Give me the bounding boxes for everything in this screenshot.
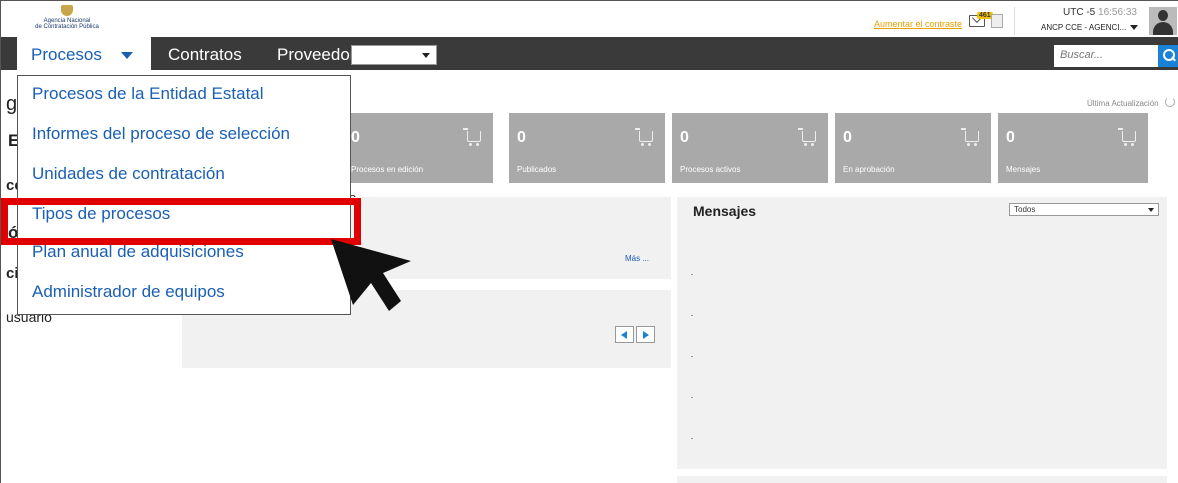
stat-tile[interactable]: 0 En aprobación (835, 113, 991, 183)
stat-label: Procesos en edición (351, 165, 424, 174)
top-header: Agencia Nacional de Contratación Pública… (1, 1, 1178, 37)
next-arrow-icon[interactable] (636, 326, 655, 343)
list-item (691, 397, 693, 398)
search-icon[interactable] (1158, 45, 1178, 67)
org-name: ANCP CCE - AGENCI... (1041, 23, 1127, 32)
list-item (691, 315, 693, 316)
refresh-icon[interactable] (1165, 97, 1175, 107)
menu-item-procesos-entidad[interactable]: Procesos de la Entidad Estatal (32, 84, 264, 104)
cart-icon (635, 128, 653, 146)
list-item (691, 438, 693, 439)
increase-contrast-link[interactable]: Aumentar el contraste (874, 19, 962, 29)
nav-select[interactable] (351, 45, 437, 65)
stat-label: Procesos activos (680, 165, 741, 174)
carousel-pager (615, 326, 657, 343)
list-item (691, 356, 693, 357)
coat-of-arms-icon (61, 5, 73, 16)
stat-value: 0 (680, 129, 689, 146)
menu-item-plan-anual[interactable]: Plan anual de adquisiciones (32, 242, 244, 262)
stat-tile[interactable]: 0 Procesos en edición (343, 113, 493, 183)
nav-item-procesos-label: Procesos (31, 45, 102, 64)
lower-panel (677, 476, 1167, 483)
stat-label: Mensajes (1006, 165, 1041, 174)
nav-item-procesos[interactable]: Procesos (17, 37, 151, 75)
last-update-label: Última Actualización (1087, 99, 1159, 108)
stat-value: 0 (517, 129, 526, 146)
nav-item-proveedor[interactable]: Proveedor (277, 45, 355, 65)
cart-icon (798, 128, 816, 146)
clock: UTC -5 16:56:33 (1063, 7, 1137, 18)
cart-icon (961, 128, 979, 146)
stat-tile[interactable]: 0 Publicados (509, 113, 665, 183)
stat-value: 0 (1006, 129, 1015, 146)
more-link[interactable]: Más ... (625, 254, 649, 263)
menu-item-informes-proceso[interactable]: Informes del proceso de selección (32, 124, 290, 144)
avatar[interactable] (1149, 7, 1177, 35)
header-divider (1014, 7, 1015, 35)
list-item (691, 274, 693, 275)
search-input[interactable]: Buscar... (1054, 45, 1158, 67)
partial-heading: g (6, 93, 18, 115)
stat-value: 0 (843, 129, 852, 146)
logo-line2: de Contratación Pública (35, 24, 99, 30)
stat-label: En aprobación (843, 165, 895, 174)
clock-timezone: UTC -5 (1063, 7, 1096, 18)
chevron-down-icon (121, 52, 133, 59)
stat-tile[interactable]: 0 Mensajes (998, 113, 1148, 183)
procesos-dropdown-menu: Procesos de la Entidad Estatal Informes … (17, 75, 351, 315)
menu-item-unidades-contratacion[interactable]: Unidades de contratación (32, 164, 225, 184)
page: Agencia Nacional de Contratación Pública… (0, 0, 1178, 483)
cart-icon (463, 128, 481, 146)
agency-logo[interactable]: Agencia Nacional de Contratación Pública (31, 5, 103, 33)
menu-item-administrador-equipos[interactable]: Administrador de equipos (32, 282, 225, 302)
stat-label: Publicados (517, 165, 557, 174)
org-selector[interactable]: ANCP CCE - AGENCI... (1041, 23, 1139, 32)
messages-filter-select[interactable]: Todos (1009, 203, 1159, 216)
highlight-box (1, 198, 361, 245)
messages-panel (677, 197, 1167, 469)
messages-title: Mensajes (693, 203, 757, 219)
nav-item-contratos[interactable]: Contratos (168, 45, 242, 65)
document-icon[interactable] (991, 14, 1003, 28)
stat-tile[interactable]: 0 Procesos activos (672, 113, 828, 183)
cart-icon (1118, 128, 1136, 146)
chevron-down-icon (1130, 25, 1139, 31)
cursor-arrow-icon (331, 239, 411, 311)
main-nav: Contratos Proveedor (1, 37, 1178, 70)
stat-value: 0 (351, 129, 360, 146)
previous-arrow-icon[interactable] (615, 326, 634, 343)
clock-time: 16:56:33 (1098, 7, 1137, 18)
